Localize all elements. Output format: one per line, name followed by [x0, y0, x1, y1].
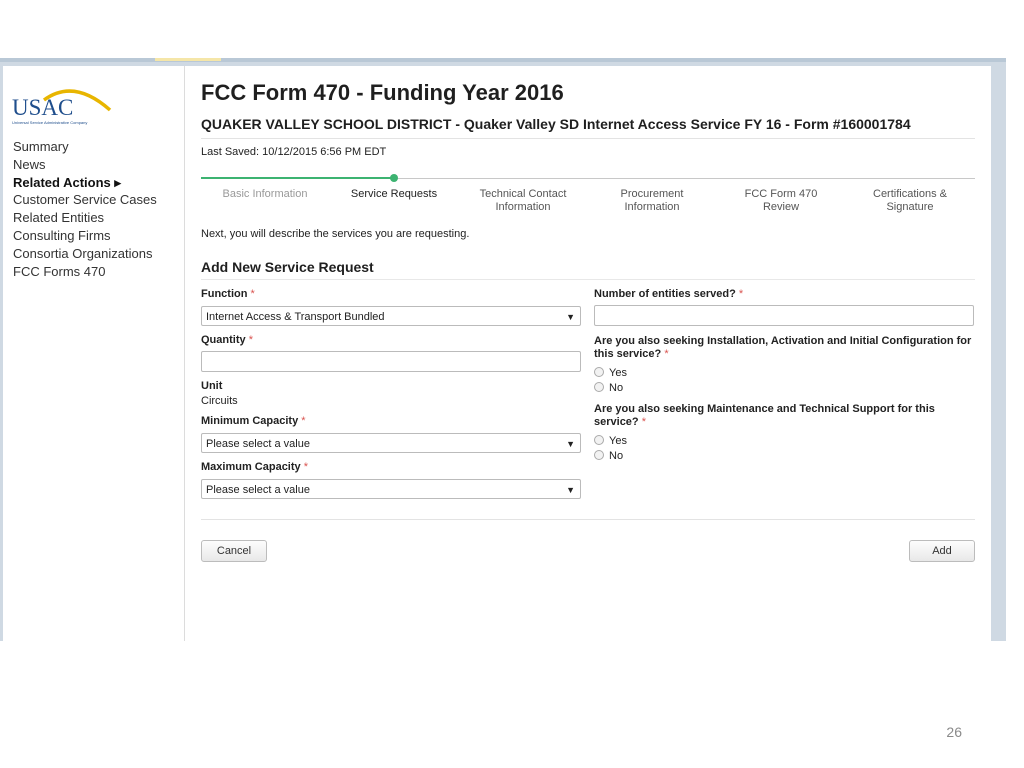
entities-served-label-text: Number of entities served?: [594, 288, 736, 300]
sidebar: USAC Universal Service Administrative Co…: [3, 66, 185, 641]
logo-wordmark: USAC: [12, 95, 73, 120]
sidebar-item-related-actions[interactable]: Related Actions ▸: [13, 174, 157, 192]
step-service-requests[interactable]: Service Requests: [339, 188, 449, 201]
step-certifications-signature[interactable]: Certifications & Signature: [855, 188, 965, 213]
sidebar-item-news[interactable]: News: [13, 156, 157, 174]
required-asterisk: *: [641, 415, 646, 428]
radio-circle-icon: [594, 382, 604, 392]
maximum-capacity-label-text: Maximum Capacity: [201, 461, 301, 473]
step-procurement-information[interactable]: Procurement Information: [597, 188, 707, 213]
entities-served-input[interactable]: [594, 305, 974, 326]
quantity-input[interactable]: [201, 351, 581, 372]
unit-label: Unit: [201, 380, 223, 392]
sidebar-item-related-entities[interactable]: Related Entities: [13, 209, 157, 227]
radio-circle-icon: [594, 435, 604, 445]
step-basic-information[interactable]: Basic Information: [210, 188, 320, 201]
step-fcc-form-470-review[interactable]: FCC Form 470 Review: [726, 188, 836, 213]
maximum-capacity-select[interactable]: Please select a value ▼: [201, 479, 581, 499]
maintenance-question: Are you also seeking Maintenance and Tec…: [594, 403, 974, 428]
function-select[interactable]: Internet Access & Transport Bundled ▼: [201, 306, 581, 326]
chevron-down-icon: ▼: [566, 485, 575, 495]
installation-question-text: Are you also seeking Installation, Activ…: [594, 335, 972, 360]
usac-logo-graphic: USAC Universal Service Administrative Co…: [12, 89, 112, 125]
required-asterisk: *: [250, 288, 255, 300]
window-top-bar: [0, 58, 1006, 62]
required-asterisk: *: [301, 415, 306, 427]
function-label-text: Function: [201, 288, 248, 300]
maintenance-no-label: No: [609, 450, 624, 462]
unit-value: Circuits: [201, 395, 238, 407]
browser-content: USAC Universal Service Administrative Co…: [3, 66, 991, 641]
window-top-accent: [155, 58, 221, 61]
main-content: FCC Form 470 - Funding Year 2016 QUAKER …: [185, 66, 991, 641]
sidebar-item-consortia-organizations[interactable]: Consortia Organizations: [13, 245, 157, 263]
maximum-capacity-select-value: Please select a value: [206, 484, 310, 496]
radio-circle-icon: [594, 367, 604, 377]
progress-fill: [201, 177, 395, 179]
header-divider: [201, 138, 975, 139]
section-divider: [201, 279, 975, 280]
last-saved-text: Last Saved: 10/12/2015 6:56 PM EDT: [201, 146, 387, 158]
step-technical-contact-information[interactable]: Technical Contact Information: [468, 188, 578, 213]
installation-question: Are you also seeking Installation, Activ…: [594, 335, 974, 360]
installation-yes-label: Yes: [609, 367, 627, 379]
minimum-capacity-label-text: Minimum Capacity: [201, 415, 299, 427]
sidebar-item-customer-service-cases[interactable]: Customer Service Cases: [13, 191, 157, 209]
sidebar-item-summary[interactable]: Summary: [13, 138, 157, 156]
maintenance-no-radio[interactable]: No: [594, 450, 623, 462]
section-heading: Add New Service Request: [201, 259, 374, 275]
form-footer-divider: [201, 519, 975, 520]
maintenance-yes-radio[interactable]: Yes: [594, 435, 627, 447]
sidebar-item-consulting-firms[interactable]: Consulting Firms: [13, 227, 157, 245]
minimum-capacity-select-value: Please select a value: [206, 438, 310, 450]
minimum-capacity-select[interactable]: Please select a value ▼: [201, 433, 581, 453]
function-select-value: Internet Access & Transport Bundled: [206, 311, 385, 323]
quantity-label: Quantity *: [201, 334, 253, 346]
usac-logo[interactable]: USAC Universal Service Administrative Co…: [12, 84, 132, 126]
cancel-button[interactable]: Cancel: [201, 540, 267, 562]
page-title: FCC Form 470 - Funding Year 2016: [201, 80, 564, 105]
sidebar-nav: Summary News Related Actions ▸ Customer …: [13, 138, 157, 280]
function-label: Function *: [201, 288, 255, 300]
app-screenshot: USAC Universal Service Administrative Co…: [0, 58, 1006, 641]
installation-no-label: No: [609, 382, 624, 394]
radio-circle-icon: [594, 450, 604, 460]
required-asterisk: *: [303, 461, 308, 473]
required-asterisk: *: [664, 347, 669, 360]
add-button[interactable]: Add: [909, 540, 975, 562]
maintenance-yes-label: Yes: [609, 435, 627, 447]
form-subtitle: QUAKER VALLEY SCHOOL DISTRICT - Quaker V…: [201, 116, 911, 132]
chevron-down-icon: ▼: [566, 439, 575, 449]
intro-text: Next, you will describe the services you…: [201, 228, 470, 240]
minimum-capacity-label: Minimum Capacity *: [201, 415, 306, 427]
installation-yes-radio[interactable]: Yes: [594, 367, 627, 379]
slide-page-number: 26: [946, 724, 962, 740]
required-asterisk: *: [248, 334, 253, 346]
required-asterisk: *: [738, 288, 744, 300]
logo-tagline: Universal Service Administrative Company: [12, 120, 87, 125]
sidebar-item-fcc-forms-470[interactable]: FCC Forms 470: [13, 263, 157, 281]
progress-current-marker: [390, 174, 398, 182]
entities-served-label: Number of entities served? *: [594, 288, 743, 300]
installation-no-radio[interactable]: No: [594, 382, 623, 394]
maximum-capacity-label: Maximum Capacity *: [201, 461, 308, 473]
chevron-down-icon: ▼: [566, 312, 575, 322]
quantity-label-text: Quantity: [201, 334, 246, 346]
